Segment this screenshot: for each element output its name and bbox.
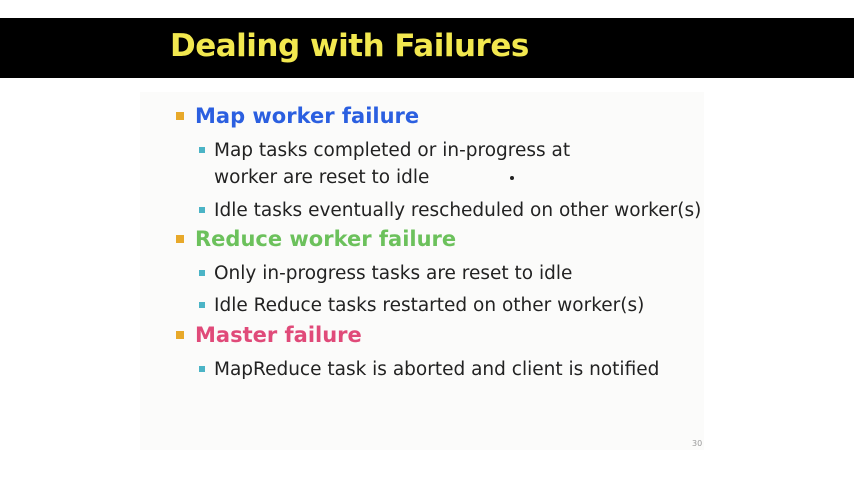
square-bullet-icon: [199, 302, 205, 308]
square-bullet-icon: [176, 331, 184, 339]
square-bullet-icon: [199, 270, 205, 276]
stray-dot: [510, 176, 514, 180]
bullet-list: Map worker failure Map tasks completed o…: [0, 0, 854, 480]
square-bullet-icon: [199, 366, 205, 372]
square-bullet-icon: [176, 235, 184, 243]
slide-number: 30: [692, 439, 703, 448]
square-bullet-icon: [176, 112, 184, 120]
square-bullet-icon: [199, 207, 205, 213]
square-bullet-icon: [199, 147, 205, 153]
slide: Dealing with Failures Map worker failure…: [0, 0, 854, 480]
